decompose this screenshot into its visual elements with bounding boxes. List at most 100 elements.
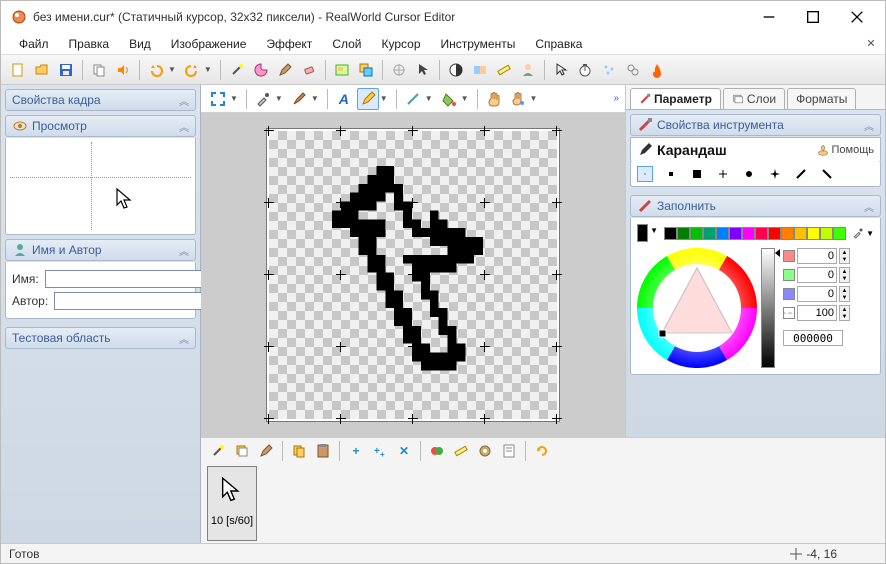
wand-button[interactable]: [226, 59, 248, 81]
size-1[interactable]: [637, 166, 653, 182]
tab-formats[interactable]: Форматы: [787, 88, 856, 109]
dropper-icon[interactable]: [252, 88, 274, 110]
menu-help[interactable]: Справка: [525, 35, 592, 53]
value-slider[interactable]: [761, 248, 775, 368]
size-2[interactable]: [663, 166, 679, 182]
panel-preview-header[interactable]: Просмотр ︽: [5, 115, 196, 137]
size-5[interactable]: [741, 166, 757, 182]
menu-edit[interactable]: Правка: [59, 35, 120, 53]
canvas[interactable]: [269, 131, 557, 419]
menu-file[interactable]: Файл: [9, 35, 59, 53]
size-4[interactable]: [715, 166, 731, 182]
pointer-button[interactable]: [550, 59, 572, 81]
palette-button[interactable]: [250, 59, 272, 81]
save-button[interactable]: [55, 59, 77, 81]
ft-reload[interactable]: [531, 440, 553, 462]
tab-layers[interactable]: Слои: [723, 88, 785, 109]
fullscreen-icon[interactable]: [207, 88, 229, 110]
ft-layers[interactable]: [231, 440, 253, 462]
swatch[interactable]: [742, 227, 755, 240]
ft-mask[interactable]: [426, 440, 448, 462]
swatch-dropdown[interactable]: ▼: [866, 229, 874, 238]
copy-button[interactable]: [88, 59, 110, 81]
close-button[interactable]: [835, 2, 879, 32]
redo-dropdown[interactable]: ▼: [204, 65, 212, 74]
more-tools-icon[interactable]: »: [613, 93, 619, 104]
new-button[interactable]: [7, 59, 29, 81]
blue-spinner[interactable]: ▲▼: [839, 286, 850, 302]
select-arrow-button[interactable]: [412, 59, 434, 81]
green-input[interactable]: [797, 267, 837, 283]
eraser-button[interactable]: [298, 59, 320, 81]
redo-button[interactable]: [181, 59, 203, 81]
frame-1[interactable]: 10 [s/60]: [207, 466, 257, 541]
convert-button[interactable]: [469, 59, 491, 81]
pencil-icon[interactable]: [357, 88, 379, 110]
color-wheel[interactable]: [637, 248, 757, 368]
ft-brush[interactable]: [255, 440, 277, 462]
ft-script[interactable]: [498, 440, 520, 462]
ft-paste[interactable]: [312, 440, 334, 462]
timer-button[interactable]: [574, 59, 596, 81]
panel-test-area-header[interactable]: Тестовая область ︽: [5, 327, 196, 349]
swatch[interactable]: [807, 227, 820, 240]
size-3[interactable]: [689, 166, 705, 182]
undo-button[interactable]: [145, 59, 167, 81]
name-input[interactable]: [45, 270, 206, 288]
brush-button[interactable]: [274, 59, 296, 81]
author-input[interactable]: [54, 292, 215, 310]
swatch[interactable]: [716, 227, 729, 240]
undo-dropdown[interactable]: ▼: [168, 65, 176, 74]
red-spinner[interactable]: ▲▼: [839, 248, 850, 264]
menu-tools[interactable]: Инструменты: [431, 35, 526, 53]
hand-icon[interactable]: [483, 88, 505, 110]
red-input[interactable]: [797, 248, 837, 264]
ft-ruler[interactable]: [450, 440, 472, 462]
swatch[interactable]: [820, 227, 833, 240]
minimize-button[interactable]: [747, 2, 791, 32]
green-spinner[interactable]: ▲▼: [839, 267, 850, 283]
menu-effect[interactable]: Эффект: [256, 35, 322, 53]
sound-button[interactable]: [112, 59, 134, 81]
swatch[interactable]: [664, 227, 677, 240]
size-8[interactable]: [819, 166, 835, 182]
contrast-button[interactable]: [445, 59, 467, 81]
alpha-input[interactable]: [797, 305, 837, 321]
link-button[interactable]: [622, 59, 644, 81]
menu-cursor[interactable]: Курсор: [372, 35, 431, 53]
swatch[interactable]: [703, 227, 716, 240]
alpha-spinner[interactable]: ▲▼: [839, 305, 850, 321]
ft-copy[interactable]: [288, 440, 310, 462]
ft-wand[interactable]: [207, 440, 229, 462]
brush-icon[interactable]: [288, 88, 310, 110]
layers-button[interactable]: [355, 59, 377, 81]
canvas-viewport[interactable]: [201, 113, 625, 437]
panel-tool-props-header[interactable]: Свойства инструмента ︽: [630, 114, 881, 136]
panel-name-author-header[interactable]: Имя и Автор ︽: [5, 239, 196, 261]
help-link[interactable]: Помощь: [817, 144, 875, 156]
close-tab-icon[interactable]: ✕: [863, 35, 879, 51]
user-button[interactable]: [517, 59, 539, 81]
current-color-swatch[interactable]: [637, 224, 648, 242]
swatch[interactable]: [729, 227, 742, 240]
open-button[interactable]: [31, 59, 53, 81]
hex-input[interactable]: [783, 330, 843, 346]
swatch[interactable]: [833, 227, 846, 240]
ft-add[interactable]: +: [345, 440, 367, 462]
menu-image[interactable]: Изображение: [161, 35, 257, 53]
hotspot-button[interactable]: [388, 59, 410, 81]
fill-icon[interactable]: [438, 88, 460, 110]
ft-delete[interactable]: ✕: [393, 440, 415, 462]
swatch[interactable]: [794, 227, 807, 240]
smudge-icon[interactable]: [507, 88, 529, 110]
sparkle-button[interactable]: [598, 59, 620, 81]
fire-button[interactable]: [646, 59, 668, 81]
size-7[interactable]: [793, 166, 809, 182]
ft-gear[interactable]: [474, 440, 496, 462]
swatch[interactable]: [755, 227, 768, 240]
swatch[interactable]: [768, 227, 781, 240]
maximize-button[interactable]: [791, 2, 835, 32]
ft-add2[interactable]: ++: [369, 440, 391, 462]
line-icon[interactable]: [402, 88, 424, 110]
canvas-button[interactable]: [331, 59, 353, 81]
